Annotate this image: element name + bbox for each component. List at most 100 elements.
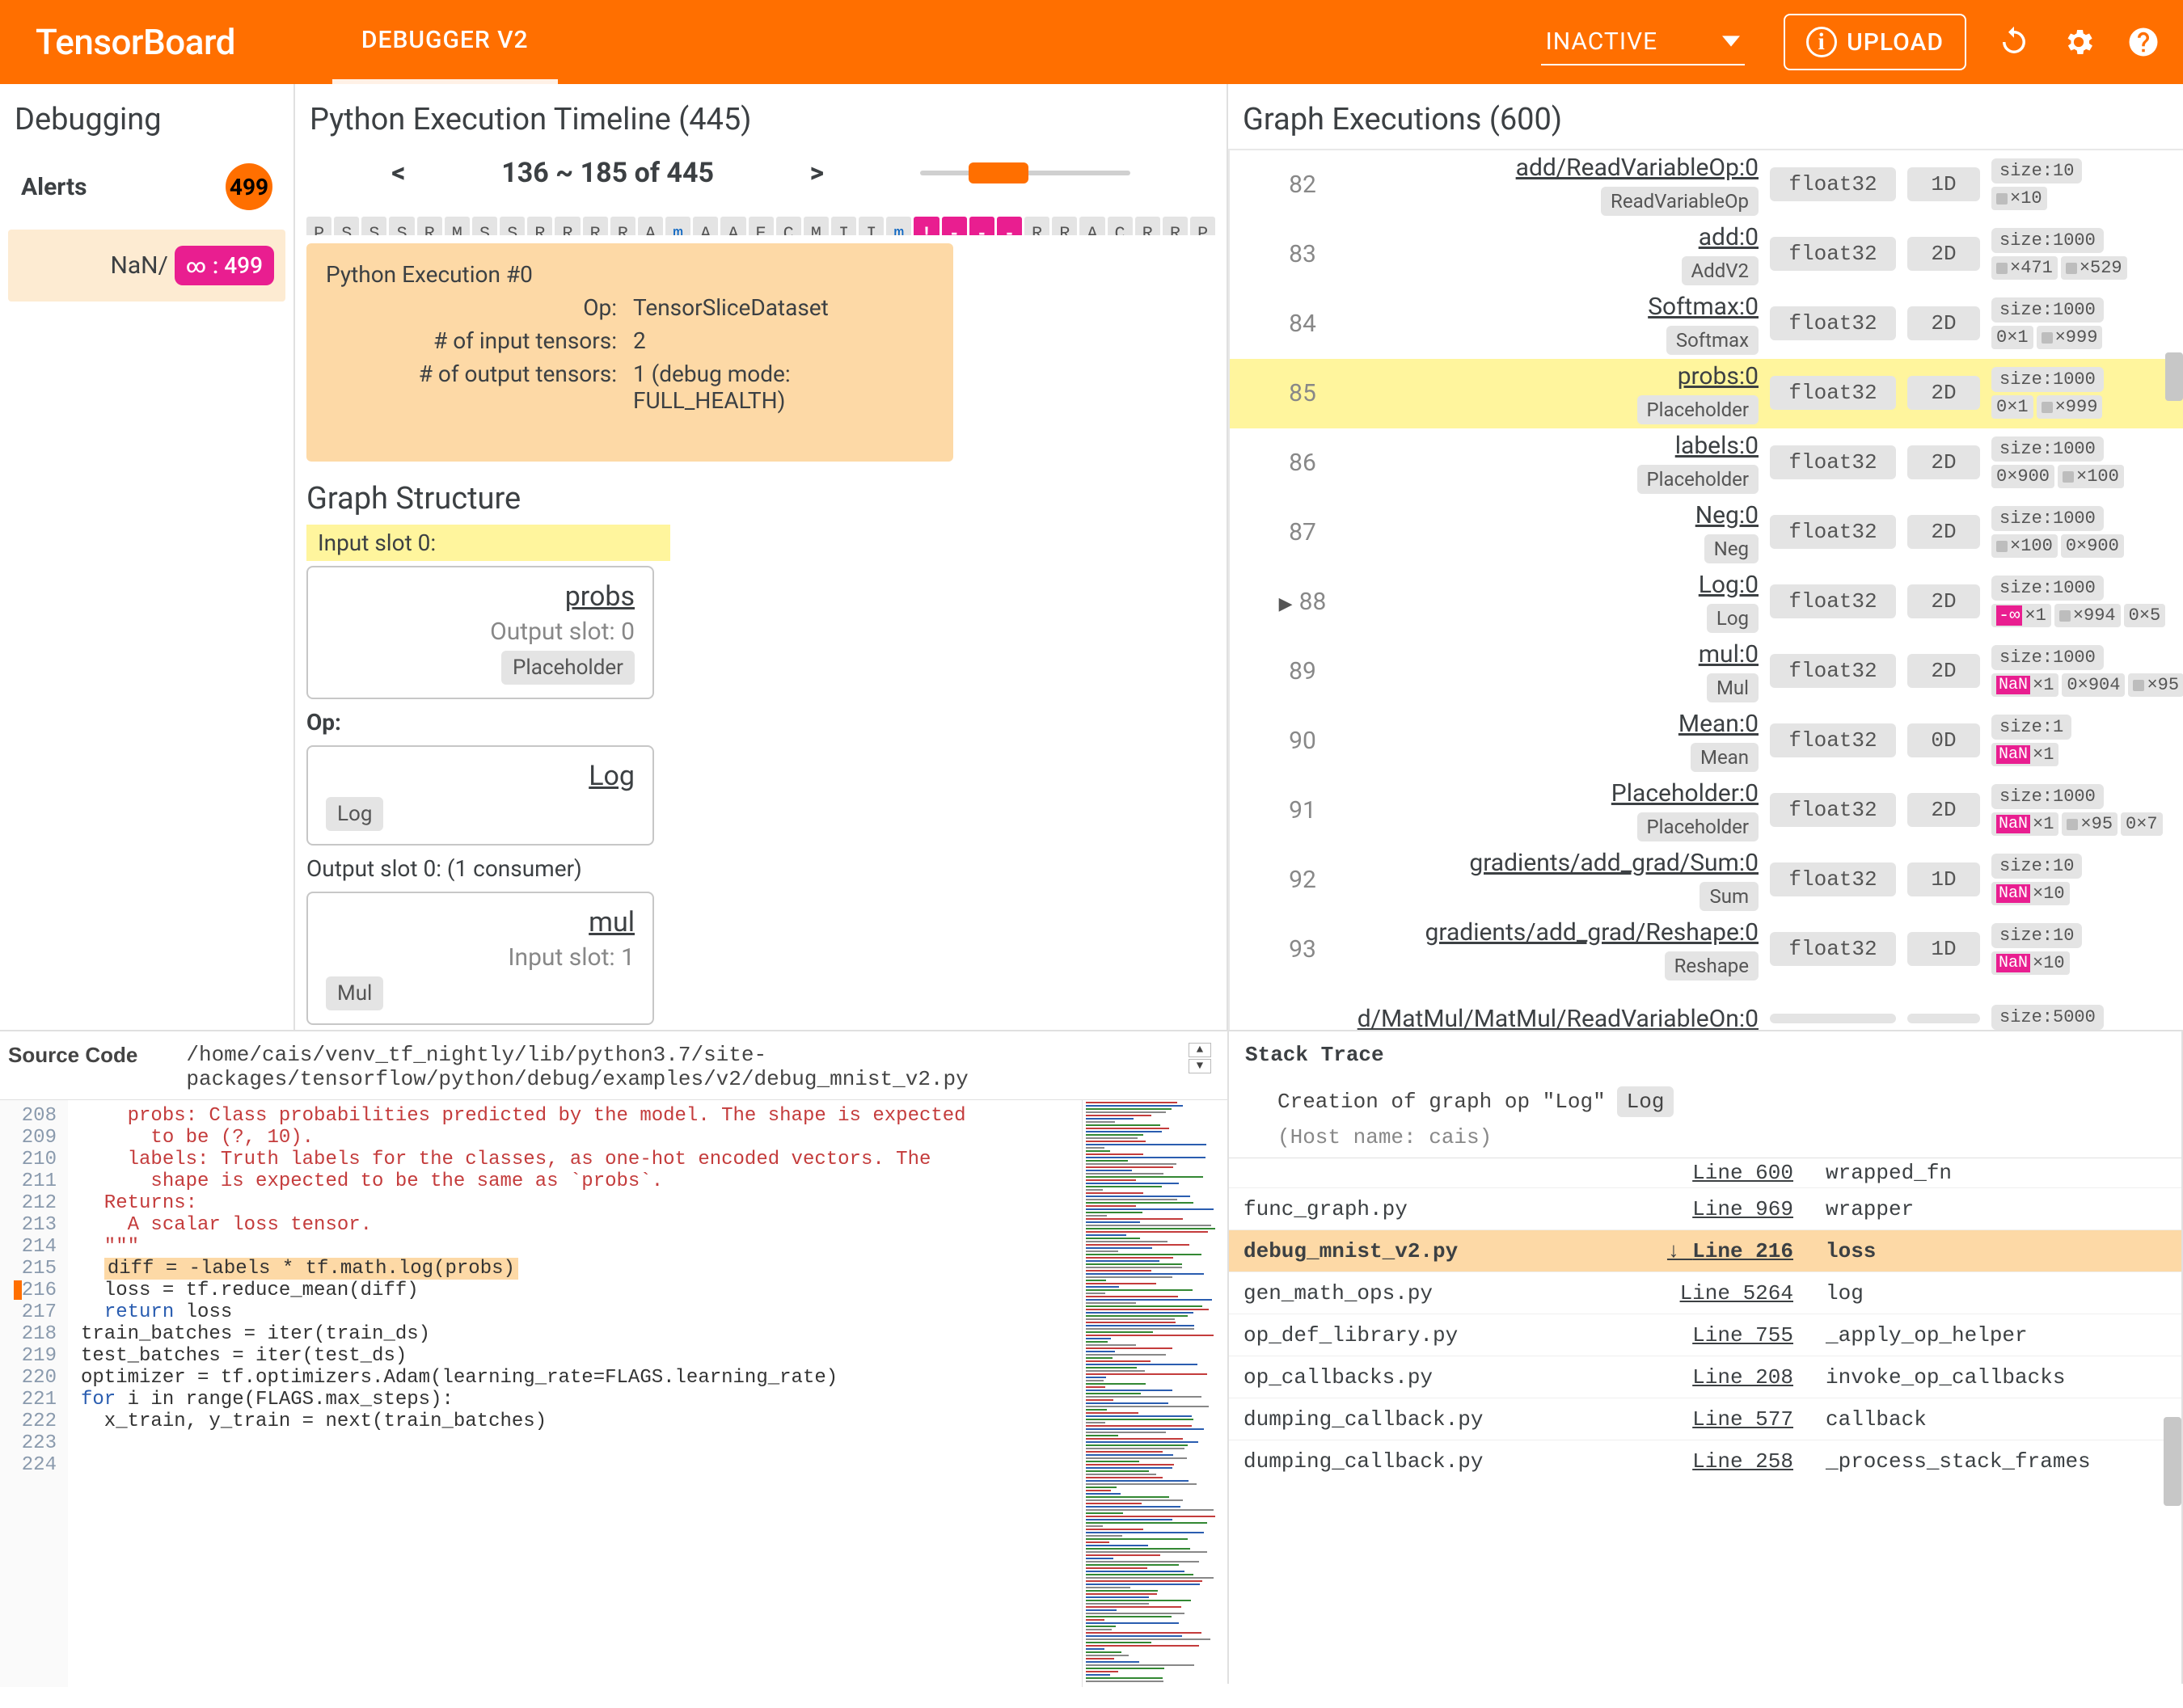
timeline-cell[interactable]: - — [942, 217, 967, 235]
timeline-cell[interactable]: R — [1052, 217, 1077, 235]
help-icon[interactable] — [2126, 25, 2160, 59]
timeline-prev[interactable]: < — [391, 157, 405, 189]
ge-row[interactable]: 92gradients/add_grad/Sum:0Sumfloat321Dsi… — [1230, 846, 2183, 915]
timeline-cell[interactable]: S — [472, 217, 497, 235]
timeline-panel: Python Execution Timeline (445) < 136 ~ … — [295, 84, 1228, 1030]
timeline-cell[interactable]: I — [859, 217, 884, 235]
stack-host: (Host name: cais) — [1277, 1125, 1492, 1149]
timeline-cell[interactable]: m — [665, 217, 690, 235]
stack-row[interactable]: gen_math_ops.pyLine 5264log — [1229, 1272, 2181, 1314]
timeline-cell[interactable]: R — [610, 217, 635, 235]
timeline-cell[interactable]: S — [361, 217, 386, 235]
tab-debugger-v2[interactable]: DEBUGGER V2 — [332, 0, 558, 84]
tensorboard-logo: TensorBoard — [36, 21, 235, 63]
timeline-cell[interactable]: R — [527, 217, 552, 235]
timeline-title: Python Execution Timeline (445) — [295, 84, 1227, 149]
source-code-title: Source Code — [8, 1043, 137, 1068]
input-slot-label: Input slot 0: — [306, 525, 670, 561]
timeline-cell[interactable]: - — [997, 217, 1022, 235]
stack-op-tag: Log — [1617, 1086, 1674, 1117]
ge-row[interactable]: 87Neg:0Negfloat322Dsize:1000×1000×900 — [1230, 498, 2183, 567]
alert-label: NaN/ — [110, 251, 168, 280]
code-minimap[interactable] — [1082, 1100, 1227, 1687]
timeline-cell[interactable]: I — [831, 217, 856, 235]
exec-title: Python Execution #0 — [326, 261, 934, 288]
execution-detail: Python Execution #0 Op:TensorSliceDatase… — [306, 243, 953, 462]
refresh-icon[interactable] — [1997, 25, 2031, 59]
scrollbar-thumb[interactable] — [2164, 1417, 2181, 1506]
stack-row[interactable]: op_def_library.pyLine 755_apply_op_helpe… — [1229, 1314, 2181, 1356]
upload-label: UPLOAD — [1847, 28, 1944, 57]
scrollbar-thumb[interactable] — [2165, 352, 2183, 401]
timeline-cell[interactable]: R — [1135, 217, 1160, 235]
debugging-title: Debugging — [0, 84, 293, 149]
stack-trace-title: Stack Trace — [1229, 1031, 2181, 1078]
stepper-down-icon[interactable]: ▼ — [1189, 1059, 1211, 1073]
node-output[interactable]: mul Input slot: 1 Mul — [306, 892, 654, 1025]
timeline-cell[interactable]: S — [334, 217, 359, 235]
alerts-count-badge: 499 — [226, 163, 272, 210]
ge-row[interactable]: d/MatMul/MatMul/ReadVariableOn:0size:500… — [1230, 985, 2183, 1030]
timeline-cell[interactable]: M — [445, 217, 470, 235]
gear-icon[interactable] — [2062, 25, 2096, 59]
timeline-cell[interactable]: M — [804, 217, 829, 235]
timeline-slider[interactable] — [920, 171, 1130, 175]
timeline-cell[interactable]: R — [1163, 217, 1188, 235]
code-area: probs: Class probabilities predicted by … — [68, 1100, 1082, 1687]
timeline-cell[interactable]: A — [638, 217, 663, 235]
graph-executions-panel: Graph Executions (600) 82add/ReadVariabl… — [1228, 84, 2183, 1030]
stack-row[interactable]: Line 600wrapped_fn — [1229, 1158, 2181, 1187]
stack-row[interactable]: dumping_callback.pyLine 258_process_stac… — [1229, 1440, 2181, 1482]
ge-row[interactable]: 85probs:0Placeholderfloat322Dsize:10000×… — [1230, 359, 2183, 428]
timeline-cell[interactable]: S — [389, 217, 414, 235]
timeline-cell[interactable]: R — [583, 217, 608, 235]
source-path: /home/cais/venv_tf_nightly/lib/python3.7… — [186, 1043, 968, 1091]
stack-trace-panel: Stack Trace Creation of graph op "Log" L… — [1229, 1031, 2183, 1684]
timeline-cell[interactable]: C — [776, 217, 801, 235]
alert-row-nan[interactable]: NaN/ ∞ : 499 — [8, 230, 285, 302]
timeline-next[interactable]: > — [810, 157, 825, 189]
timeline-cell[interactable]: A — [1079, 217, 1104, 235]
ge-row[interactable]: 82add/ReadVariableOp:0ReadVariableOpfloa… — [1230, 150, 2183, 220]
timeline-cell[interactable]: - — [969, 217, 994, 235]
status-dropdown[interactable]: INACTIVE — [1541, 19, 1746, 65]
op-label: Op: — [295, 704, 1227, 740]
upload-button[interactable]: i UPLOAD — [1784, 14, 1966, 70]
file-stepper[interactable]: ▲ ▼ — [1189, 1043, 1211, 1073]
stack-row[interactable]: func_graph.pyLine 969wrapper — [1229, 1187, 2181, 1229]
node-op[interactable]: Log Log — [306, 745, 654, 846]
alerts-title: Alerts — [21, 173, 87, 201]
timeline-cell[interactable]: A — [720, 217, 745, 235]
stack-row[interactable]: dumping_callback.pyLine 577callback — [1229, 1398, 2181, 1440]
ge-title: Graph Executions (600) — [1228, 84, 2183, 149]
ge-row[interactable]: 89mul:0Mulfloat322Dsize:1000NaN×10×904×9… — [1230, 637, 2183, 706]
timeline-cell[interactable]: R — [1024, 217, 1049, 235]
ge-row[interactable]: 86labels:0Placeholderfloat322Dsize:10000… — [1230, 428, 2183, 498]
timeline-cell[interactable]: ! — [914, 217, 939, 235]
timeline-cell[interactable]: m — [886, 217, 911, 235]
source-code-panel: Source Code /home/cais/venv_tf_nightly/l… — [0, 1031, 1229, 1684]
timeline-cell[interactable]: R — [417, 217, 442, 235]
ge-row[interactable]: 91Placeholder:0Placeholderfloat322Dsize:… — [1230, 776, 2183, 846]
ge-row[interactable]: 88Log:0Logfloat322Dsize:1000-∞×1×9940×5 — [1230, 567, 2183, 637]
ge-row[interactable]: 83add:0AddV2float322Dsize:1000×471×529 — [1230, 220, 2183, 289]
ge-row[interactable]: 93gradients/add_grad/Reshape:0Reshapeflo… — [1230, 915, 2183, 985]
ge-row[interactable]: 90Mean:0Meanfloat320Dsize:1NaN×1 — [1230, 706, 2183, 776]
timeline-cell[interactable]: E — [749, 217, 774, 235]
status-label: INACTIVE — [1546, 27, 1658, 56]
timeline-range: 136 ~ 185 of 445 — [501, 157, 714, 189]
chevron-down-icon — [1722, 32, 1740, 50]
node-input[interactable]: probs Output slot: 0 Placeholder — [306, 566, 654, 699]
timeline-cell[interactable]: P — [306, 217, 331, 235]
timeline-cell[interactable]: R — [555, 217, 580, 235]
timeline-cell[interactable]: S — [500, 217, 525, 235]
alert-pill: ∞ : 499 — [175, 246, 274, 285]
timeline-cells: PSSSRMSSRRRRAmAAECMIIm!---RRACRRP — [295, 212, 1227, 235]
stack-row[interactable]: debug_mnist_v2.pyLine 216loss — [1229, 1229, 2181, 1272]
stack-row[interactable]: op_callbacks.pyLine 208invoke_op_callbac… — [1229, 1356, 2181, 1398]
stepper-up-icon[interactable]: ▲ — [1189, 1043, 1211, 1057]
timeline-cell[interactable]: C — [1108, 217, 1133, 235]
timeline-cell[interactable]: P — [1190, 217, 1215, 235]
timeline-cell[interactable]: A — [693, 217, 718, 235]
ge-row[interactable]: 84Softmax:0Softmaxfloat322Dsize:10000×1×… — [1230, 289, 2183, 359]
